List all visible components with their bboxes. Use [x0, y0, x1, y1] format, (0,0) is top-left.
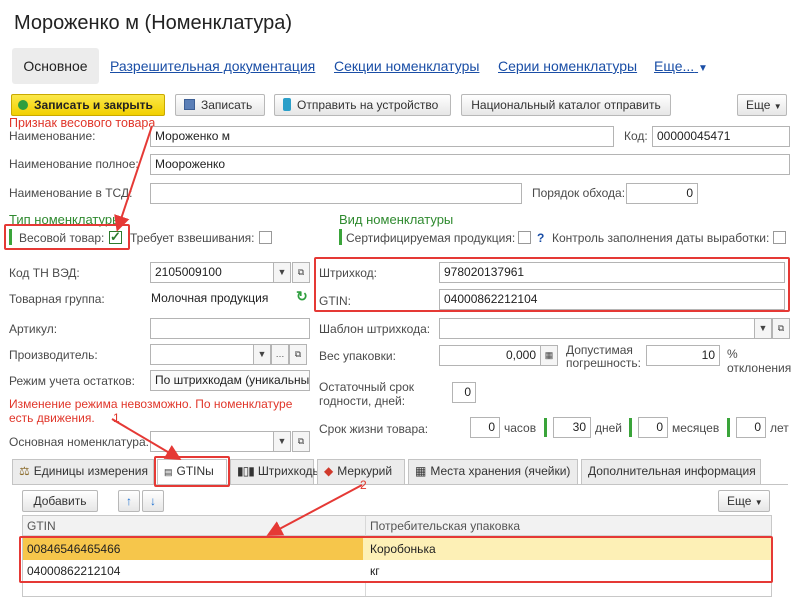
annotation-arrows — [111, 125, 363, 536]
arrow-to-table — [266, 484, 363, 536]
arrow-to-weight — [114, 125, 153, 232]
arrow-to-gtin-tab — [111, 418, 182, 461]
